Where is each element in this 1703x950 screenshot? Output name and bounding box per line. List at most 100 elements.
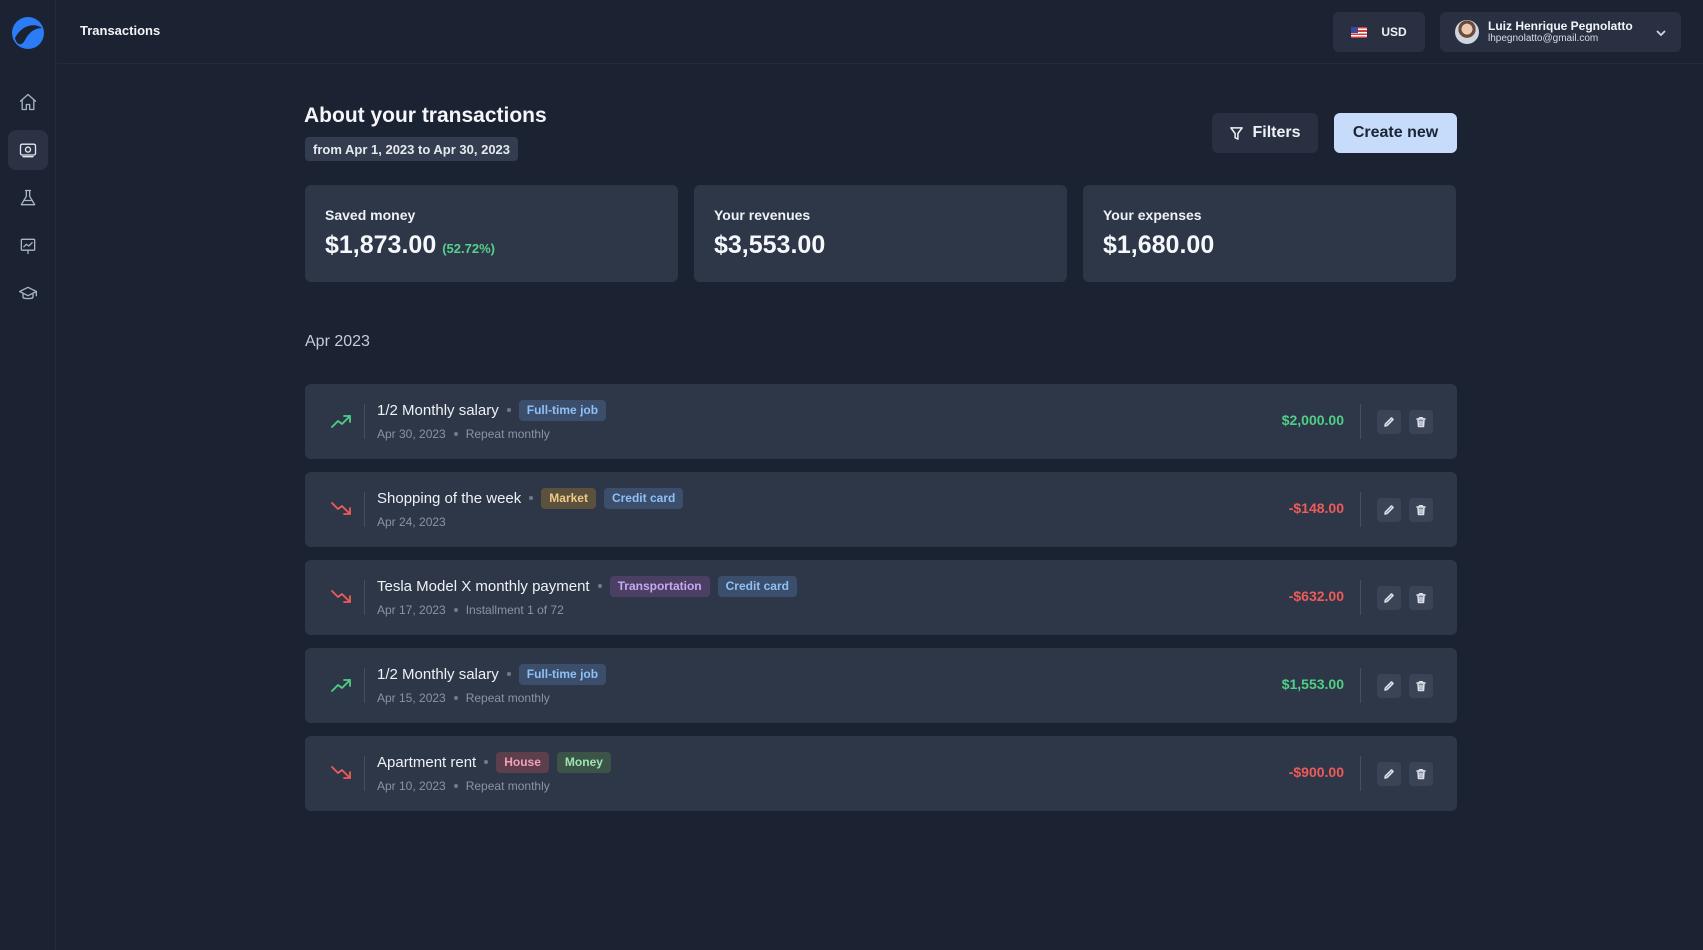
sidebar-item-learn[interactable] [8,274,48,314]
separator-dot [506,408,511,412]
user-name: Luiz Henrique Pegnolatto [1488,19,1633,33]
transaction-note: Repeat monthly [465,427,550,441]
stat-value: $1,873.00 (52.72%) [325,231,495,259]
transaction-date: Apr 17, 2023 [377,603,446,617]
category-tag: Credit card [717,575,797,597]
separator-dot [453,696,458,700]
top-bar: Transactions USD Luiz Henrique Pegnolatt… [57,0,1703,64]
sidebar-item-labs[interactable] [8,178,48,218]
transaction-row[interactable]: Tesla Model X monthly payment Transporta… [305,560,1457,635]
category-tag: Market [541,487,596,509]
transaction-title-line: Shopping of the week Market Credit card [377,487,684,509]
trending-up-icon [330,412,352,430]
transaction-title-line: Apartment rent House Money [377,751,611,773]
divider [1360,580,1361,615]
trash-icon [1416,417,1426,428]
pencil-icon [1384,593,1394,603]
edit-button[interactable] [1377,674,1401,698]
transaction-note: Installment 1 of 72 [465,603,564,617]
trending-up-icon [330,676,352,694]
app-logo-icon[interactable] [11,16,45,50]
trending-down-icon [330,764,352,782]
transaction-title-line: Tesla Model X monthly payment Transporta… [377,575,797,597]
transaction-meta: Apr 24, 2023 [377,514,446,530]
sidebar [0,0,56,950]
filters-button[interactable]: Filters [1212,113,1318,153]
transaction-amount: -$900.00 [1288,764,1344,780]
transaction-name: 1/2 Monthly salary [377,665,499,683]
category-tag: Credit card [603,487,684,509]
stat-value: $3,553.00 [714,231,826,259]
money-icon [19,143,37,158]
delete-button[interactable] [1409,586,1433,610]
sidebar-item-transactions[interactable] [8,130,48,170]
category-tag: Transportation [609,575,710,597]
category-tag: Money [556,751,611,773]
separator-dot [597,584,602,588]
transaction-name: Tesla Model X monthly payment [377,577,590,595]
stat-value: $1,680.00 [1103,231,1215,259]
separator-dot [506,672,511,676]
transaction-row[interactable]: 1/2 Monthly salary Full-time job Apr 30,… [305,384,1457,459]
transaction-row[interactable]: 1/2 Monthly salary Full-time job Apr 15,… [305,648,1457,723]
edit-button[interactable] [1377,410,1401,434]
divider [364,580,365,615]
edit-button[interactable] [1377,498,1401,522]
divider [1360,492,1361,527]
delete-button[interactable] [1409,498,1433,522]
month-label: Apr 2023 [305,333,370,350]
transaction-date: Apr 15, 2023 [377,691,446,705]
us-flag-icon [1351,26,1368,38]
category-tag: Full-time job [518,399,607,421]
filter-icon [1230,126,1244,140]
trash-icon [1416,681,1426,692]
trash-icon [1416,505,1426,516]
category-tag: House [496,751,549,773]
transaction-amount: $2,000.00 [1281,412,1344,428]
divider [364,756,365,791]
delete-button[interactable] [1409,674,1433,698]
edit-button[interactable] [1377,586,1401,610]
pencil-icon [1384,505,1394,515]
divider [364,404,365,439]
saved-percent: (52.72%) [442,241,495,256]
transaction-meta: Apr 15, 2023 Repeat monthly [377,690,550,706]
transaction-title-line: 1/2 Monthly salary Full-time job [377,399,607,421]
transaction-date: Apr 30, 2023 [377,427,446,441]
home-icon [19,93,37,111]
user-email: lhpegnolatto@gmail.com [1488,33,1599,44]
separator-dot [484,760,489,764]
sidebar-item-reports[interactable] [8,226,48,266]
page-title: Transactions [80,23,161,38]
trash-icon [1416,769,1426,780]
transaction-note: Repeat monthly [465,779,550,793]
transaction-date: Apr 24, 2023 [377,515,446,529]
stat-card-expenses: Your expenses $1,680.00 [1083,185,1456,282]
stat-label: Saved money [325,207,416,223]
delete-button[interactable] [1409,410,1433,434]
pencil-icon [1384,681,1394,691]
stat-label: Your expenses [1103,207,1202,223]
divider [364,492,365,527]
pencil-icon [1384,769,1394,779]
flask-icon [20,189,36,206]
avatar [1455,20,1479,44]
section-heading: About your transactions [304,104,547,127]
transaction-row[interactable]: Shopping of the week Market Credit card A… [305,472,1457,547]
transaction-meta: Apr 17, 2023 Installment 1 of 72 [377,602,564,618]
transaction-name: Apartment rent [377,753,477,771]
currency-selector[interactable]: USD [1333,12,1425,52]
sidebar-item-home[interactable] [8,82,48,122]
pencil-icon [1384,417,1394,427]
divider [1360,756,1361,791]
transaction-date: Apr 10, 2023 [377,779,446,793]
transaction-row[interactable]: Apartment rent House Money Apr 10, 2023 R… [305,736,1457,811]
edit-button[interactable] [1377,762,1401,786]
create-new-button[interactable]: Create new [1334,113,1457,153]
trending-down-icon [330,500,352,518]
transaction-meta: Apr 10, 2023 Repeat monthly [377,778,550,794]
user-menu[interactable]: Luiz Henrique Pegnolatto lhpegnolatto@gm… [1440,12,1681,52]
transaction-amount: $1,553.00 [1281,676,1344,692]
delete-button[interactable] [1409,762,1433,786]
transaction-note: Repeat monthly [465,691,550,705]
